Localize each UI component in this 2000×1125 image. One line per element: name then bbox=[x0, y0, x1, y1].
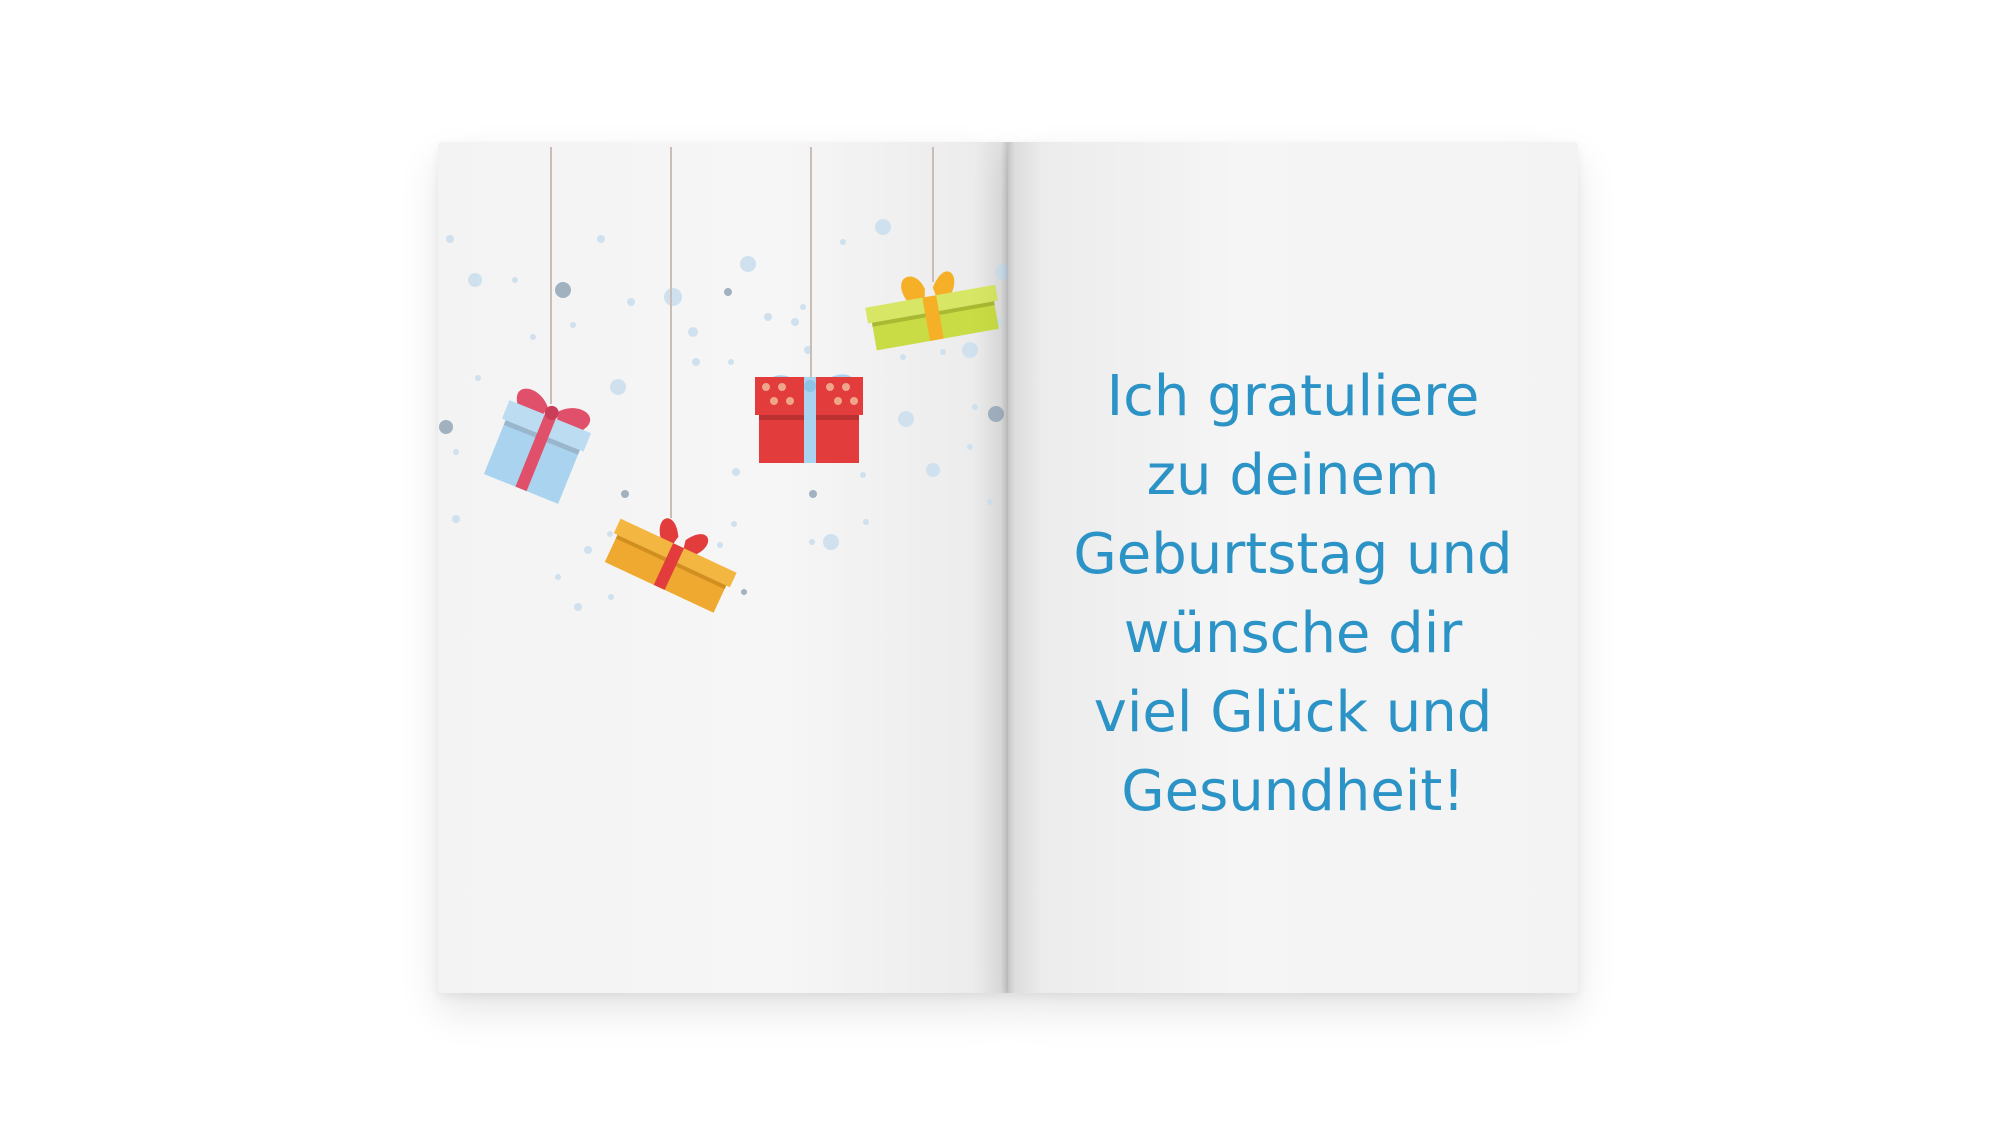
card-fold bbox=[1001, 142, 1015, 993]
greeting-line: zu deinem bbox=[1146, 443, 1440, 508]
gift-box-blue-icon bbox=[483, 388, 592, 504]
card-left-page bbox=[438, 142, 1008, 993]
greeting-text: Ich gratuliere zu deinem Geburtstag und … bbox=[1048, 357, 1538, 831]
gift-box-orange-icon bbox=[604, 518, 737, 613]
greeting-card: Ich gratuliere zu deinem Geburtstag und … bbox=[438, 142, 1578, 993]
greeting-line: Ich gratuliere bbox=[1106, 364, 1480, 429]
hanging-gifts-illustration bbox=[439, 147, 1008, 613]
stage: Ich gratuliere zu deinem Geburtstag und … bbox=[0, 0, 2000, 1125]
greeting-line: wünsche dir bbox=[1123, 601, 1463, 666]
gift-box-red-dotted-icon bbox=[755, 374, 863, 463]
greeting-line: viel Glück und bbox=[1093, 680, 1493, 745]
greeting-line: Gesundheit! bbox=[1121, 759, 1465, 824]
greeting-line: Geburtstag und bbox=[1073, 522, 1513, 587]
